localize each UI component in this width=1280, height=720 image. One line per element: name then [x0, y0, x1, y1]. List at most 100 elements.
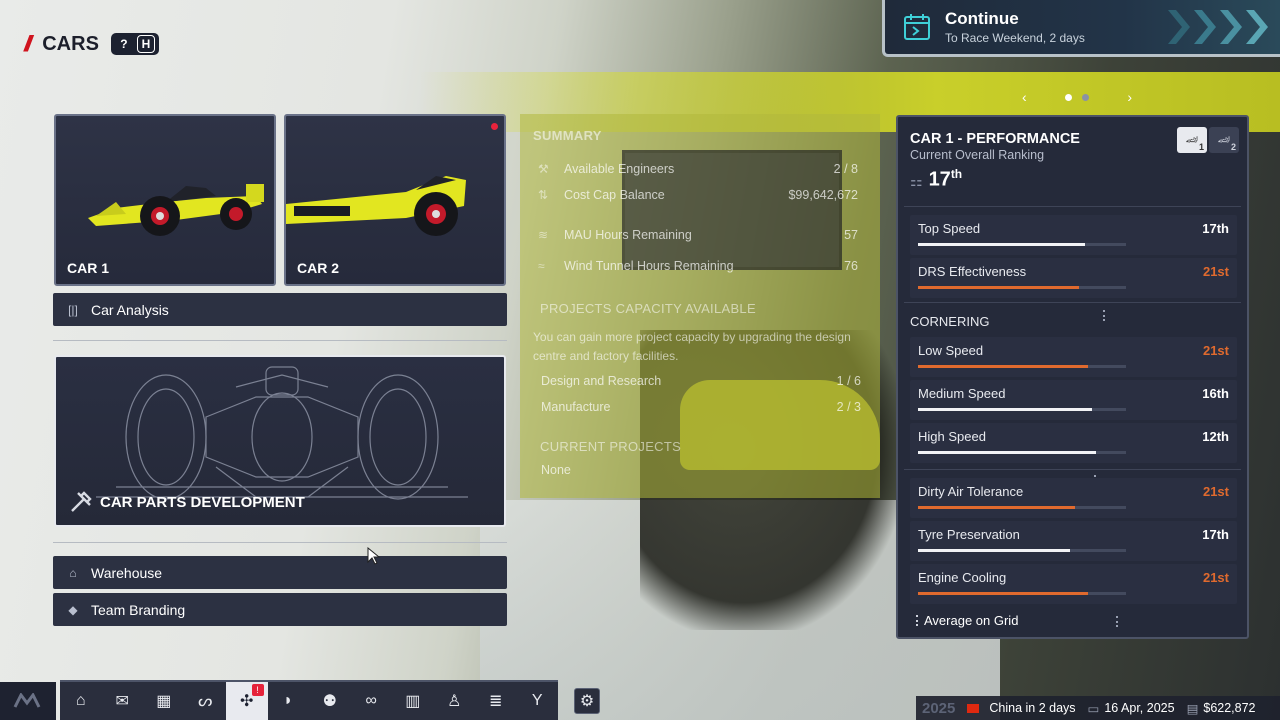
trophy-icon: Y: [531, 692, 543, 709]
calendar-icon: ▦: [156, 693, 172, 710]
car-analysis-label: Car Analysis: [91, 301, 169, 318]
rank-number: 17: [928, 168, 951, 191]
stat-name: Medium Speed: [918, 386, 1006, 401]
stat-rank: 16th: [1202, 386, 1229, 401]
stat-name: Engine Cooling: [918, 570, 1007, 585]
stat-row: High Speed 12th: [910, 423, 1237, 486]
stat-rank: 17th: [1202, 527, 1229, 542]
rank-icon: ⚏: [910, 172, 923, 189]
stat-bar-track: [918, 286, 1126, 321]
stat-rank: 21st: [1202, 264, 1229, 279]
stat-bar-fill: [918, 549, 1070, 552]
dock-item-scouting[interactable]: ∞: [351, 682, 393, 720]
stat-row: DRS Effectiveness 21st: [910, 258, 1237, 321]
grid-average-marker: [1103, 310, 1106, 321]
divider: [904, 206, 1241, 207]
divider: [904, 469, 1241, 470]
stat-rank: 12th: [1202, 429, 1229, 444]
page-dot[interactable]: [1065, 93, 1072, 101]
stat-name: Dirty Air Tolerance: [918, 484, 1024, 499]
settings-button[interactable]: ⚙: [574, 688, 600, 714]
prev-page-icon[interactable]: ‹: [1022, 89, 1027, 105]
stat-bar-fill: [918, 243, 1085, 246]
car-2-image: [286, 176, 466, 236]
panel-pager: ‹ ›: [1022, 88, 1132, 106]
analysis-icon: [|]: [68, 302, 78, 317]
dock-item-facilities[interactable]: ▥: [392, 682, 434, 720]
summary-panel: SUMMARY ⚒ Available Engineers 2 / 8 ⇅ Cost…: [520, 114, 880, 498]
continue-subtitle: To Race Weekend, 2 days: [945, 31, 1085, 45]
dock-item-finance[interactable]: ≣: [475, 682, 517, 720]
capacity-row: Design and Research 1 / 6: [541, 374, 861, 388]
summary-row: ⇅ Cost Cap Balance $99,642,672: [538, 188, 858, 202]
average-marker-icon: [916, 615, 918, 626]
continue-title: Continue: [945, 9, 1019, 28]
dock-item-helmet[interactable]: ◗: [268, 682, 310, 720]
car-analysis-button[interactable]: [|] Car Analysis: [53, 293, 507, 326]
stat-name: Tyre Preservation: [918, 527, 1020, 542]
car-2-label: CAR 2: [297, 260, 340, 276]
stat-row: Medium Speed 16th: [910, 380, 1237, 443]
dock-item-sponsors[interactable]: ♙: [434, 682, 476, 720]
hammer-wrench-icon: [71, 491, 92, 512]
warehouse-icon: ⌂: [69, 565, 77, 580]
next-page-icon[interactable]: ›: [1127, 89, 1132, 105]
finance-icon: ≣: [489, 693, 503, 710]
summary-row: ⚒ Available Engineers 2 / 8: [538, 162, 858, 176]
stat-row: Dirty Air Tolerance 21st: [910, 478, 1237, 541]
car-parts-development-card[interactable]: CAR PARTS DEVELOPMENT: [54, 355, 506, 527]
stat-bar-track: [918, 506, 1126, 541]
stat-rank: 17th: [1202, 221, 1229, 236]
page-title: CARS: [42, 32, 99, 55]
stat-bar-track: [918, 365, 1126, 400]
stat-bar-track: [918, 243, 1126, 278]
dock-item-staff[interactable]: ⚉: [309, 682, 351, 720]
car-toggle-icon: 🏎: [1217, 134, 1231, 146]
cfd-icon: ≋: [538, 228, 549, 242]
engineer-icon: ⚒: [538, 162, 549, 176]
warehouse-button[interactable]: ⌂ Warehouse: [53, 556, 507, 589]
rank-suffix: th: [950, 167, 963, 181]
dock-item-home[interactable]: ⌂: [60, 682, 102, 720]
home-icon: ⌂: [75, 692, 86, 709]
balance-icon: ⇅: [538, 188, 549, 202]
car-1-image: [88, 184, 264, 236]
cornering-label: CORNERING: [910, 314, 990, 329]
car-toggle-icon: 🏎: [1185, 134, 1199, 146]
wind-icon: ≈: [538, 259, 545, 273]
stat-row: Top Speed 17th: [910, 215, 1237, 278]
grid-average-marker: [1116, 616, 1119, 627]
warehouse-label: Warehouse: [91, 564, 163, 581]
help-icon[interactable]: ?: [115, 35, 133, 53]
stat-name: High Speed: [918, 429, 986, 444]
dock-item-calendar[interactable]: ▦: [143, 682, 185, 720]
performance-panel: CAR 1 - PERFORMANCE Current Overall Rank…: [896, 115, 1249, 639]
notification-badge: !: [251, 684, 264, 696]
stat-bar-track: [918, 592, 1126, 627]
stat-bar-fill: [918, 592, 1089, 595]
summary-title: SUMMARY: [533, 128, 602, 143]
performance-title: CAR 1 - PERFORMANCE: [910, 131, 1080, 147]
car-2-toggle[interactable]: 🏎 2: [1209, 127, 1239, 153]
dock-item-mail[interactable]: ✉: [102, 682, 144, 720]
car-1-toggle[interactable]: 🏎 1: [1177, 127, 1207, 153]
help-keys[interactable]: ? H: [110, 33, 159, 55]
car-2-card[interactable]: CAR 2: [284, 114, 506, 286]
dock-item-trophy[interactable]: Y: [517, 682, 559, 720]
dock-item-track[interactable]: ᔕ: [185, 682, 227, 720]
notification-dot: [491, 123, 498, 130]
car-1-card[interactable]: CAR 1: [54, 114, 276, 286]
performance-subtitle: Current Overall Ranking: [910, 148, 1045, 162]
page-dot[interactable]: [1082, 93, 1089, 101]
team-branding-button[interactable]: ◆ Team Branding: [53, 593, 507, 626]
mouse-cursor-icon: [367, 547, 381, 565]
continue-button[interactable]: Continue To Race Weekend, 2 days: [882, 0, 1280, 57]
stat-name: DRS Effectiveness: [918, 264, 1027, 279]
team-balance: ▤ $622,872: [1186, 701, 1256, 716]
dock-item-car[interactable]: ✣!: [226, 682, 268, 720]
stat-bar-fill: [918, 506, 1076, 509]
summary-row: ≈ Wind Tunnel Hours Remaining 76: [538, 259, 858, 273]
facilities-icon: ▥: [405, 693, 421, 710]
calendar-advance-icon: [904, 14, 930, 40]
china-flag-icon: [967, 703, 980, 713]
